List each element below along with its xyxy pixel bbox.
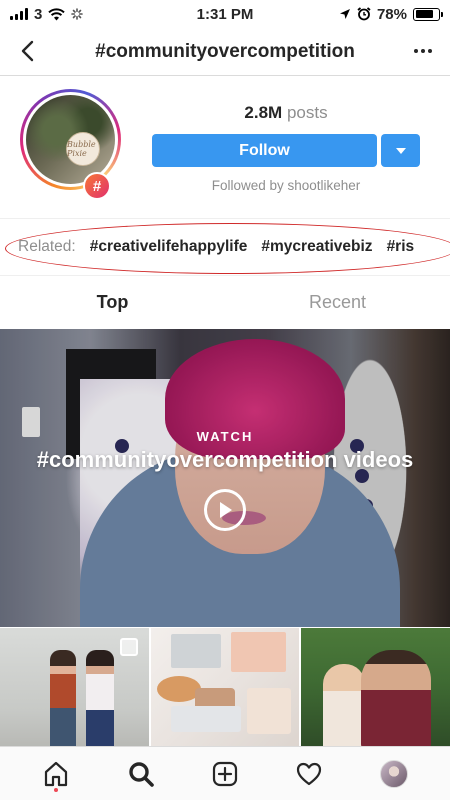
post-figure (361, 650, 432, 746)
avatar-image: Bubble Pixie (26, 95, 115, 184)
profile-avatar (379, 759, 408, 788)
chevron-left-icon (21, 40, 34, 62)
posts-number: 2.8M (244, 103, 283, 122)
home-icon (45, 761, 68, 786)
grid-post[interactable] (0, 628, 149, 746)
wifi-icon (48, 7, 66, 20)
more-horizontal-icon (414, 49, 418, 53)
post-object (170, 706, 241, 732)
grid-post[interactable] (301, 628, 450, 746)
more-options-button[interactable] (410, 38, 436, 64)
post-figure (323, 664, 366, 746)
play-icon (220, 502, 232, 518)
post-object (246, 688, 291, 734)
activity-spinner-icon (71, 8, 84, 20)
status-bar: 3 1:31 PM 78% (0, 0, 450, 28)
heart-icon (297, 762, 322, 785)
notification-dot (54, 787, 59, 792)
status-left: 3 (10, 5, 84, 23)
nav-profile[interactable] (374, 754, 414, 794)
related-tag[interactable]: #ris (387, 238, 415, 256)
grid-post[interactable] (150, 628, 300, 746)
add-post-icon (212, 761, 238, 786)
battery-icon (413, 7, 443, 21)
related-row: Related: #creativelifehappylife #mycreat… (18, 238, 414, 256)
posts-label: posts (286, 103, 328, 122)
followed-by-text[interactable]: Followed by shootlikeher (152, 178, 420, 193)
feed-tabs: Top Recent (0, 277, 450, 328)
post-object (170, 634, 221, 668)
alarm-clock-icon (357, 7, 371, 21)
post-figure (50, 650, 76, 746)
location-arrow-icon (339, 9, 350, 19)
battery-percent: 78% (376, 5, 407, 23)
bottom-tab-bar (0, 746, 450, 800)
battery-fill (415, 10, 433, 18)
nav-activity[interactable] (289, 754, 329, 794)
nav-new-post[interactable] (205, 754, 245, 794)
play-button[interactable] (204, 489, 246, 531)
post-object (230, 632, 286, 672)
hashtag-badge-icon: # (83, 172, 111, 200)
back-button[interactable] (12, 36, 42, 66)
video-overlay (0, 329, 450, 627)
search-icon (128, 761, 154, 787)
avatar-tag-text: Bubble Pixie (66, 132, 101, 167)
post-grid (0, 628, 450, 746)
hashtag-profile: Bubble Pixie # 2.8M posts Follow Followe… (0, 77, 450, 217)
hashtag-header: #communityovercompetition (0, 28, 450, 76)
tab-top[interactable]: Top (0, 277, 225, 328)
related-label: Related: (18, 238, 76, 255)
tab-recent[interactable]: Recent (225, 277, 450, 328)
signal-icon (10, 8, 28, 20)
carrier-label: 3 (34, 5, 43, 23)
related-tag[interactable]: #mycreativebiz (261, 238, 372, 256)
related-hashtags: Related: #creativelifehappylife #mycreat… (0, 218, 450, 276)
video-watch-label: WATCH (196, 429, 254, 444)
follow-dropdown-button[interactable] (381, 134, 420, 167)
post-figure (86, 650, 114, 746)
follow-button[interactable]: Follow (152, 134, 377, 167)
related-tag[interactable]: #creativelifehappylife (90, 238, 248, 256)
posts-count: 2.8M posts (152, 103, 420, 123)
video-hero[interactable]: WATCH #communityovercompetition videos (0, 329, 450, 627)
video-title: #communityovercompetition videos (36, 447, 414, 472)
status-right: 78% (339, 5, 443, 23)
page-title: #communityovercompetition (95, 40, 355, 62)
multi-post-icon (120, 638, 138, 656)
caret-down-icon (395, 147, 406, 154)
nav-search[interactable] (121, 754, 161, 794)
nav-home[interactable] (36, 754, 76, 794)
